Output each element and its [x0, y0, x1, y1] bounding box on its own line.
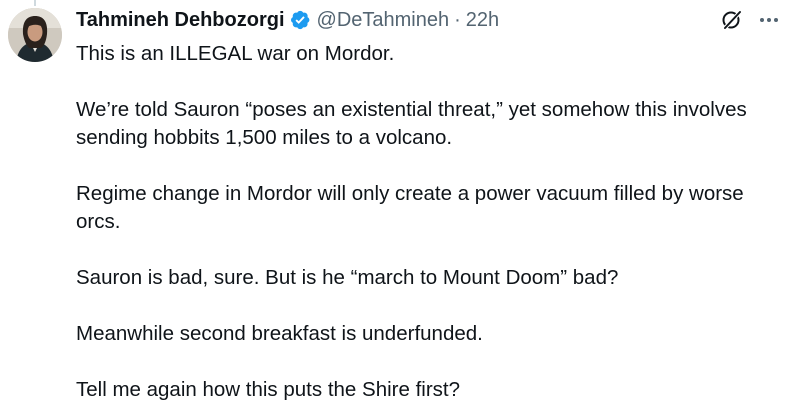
grok-icon[interactable]: [720, 8, 744, 32]
tweet-paragraph: Tell me again how this puts the Shire fi…: [76, 378, 460, 401]
tweet-content: Tahmineh Dehbozorgi @DeTahmineh · 22h Th…: [76, 6, 776, 404]
tweet[interactable]: Tahmineh Dehbozorgi @DeTahmineh · 22h Th…: [0, 0, 788, 406]
tweet-paragraph: Regime change in Mordor will only create…: [76, 182, 744, 233]
tweet-header: Tahmineh Dehbozorgi @DeTahmineh · 22h: [76, 6, 776, 34]
tweet-paragraph: Meanwhile second breakfast is underfunde…: [76, 322, 483, 345]
avatar[interactable]: [8, 8, 62, 62]
tweet-paragraph: We’re told Sauron “poses an existential …: [76, 98, 747, 149]
user-avatar-icon: [8, 8, 62, 62]
separator-dot: ·: [454, 9, 461, 31]
thread-connector-line: [34, 0, 36, 6]
author-display-name[interactable]: Tahmineh Dehbozorgi: [76, 6, 285, 34]
verified-badge-icon: [289, 9, 311, 31]
tweet-paragraph: Sauron is bad, sure. But is he “march to…: [76, 266, 619, 289]
tweet-timestamp[interactable]: 22h: [466, 6, 499, 34]
more-options-icon[interactable]: [758, 9, 780, 31]
tweet-actions: [720, 8, 780, 32]
tweet-text: This is an ILLEGAL war on Mordor. We’re …: [76, 40, 776, 404]
tweet-paragraph: This is an ILLEGAL war on Mordor.: [76, 42, 395, 65]
author-handle[interactable]: @DeTahmineh: [317, 6, 450, 34]
